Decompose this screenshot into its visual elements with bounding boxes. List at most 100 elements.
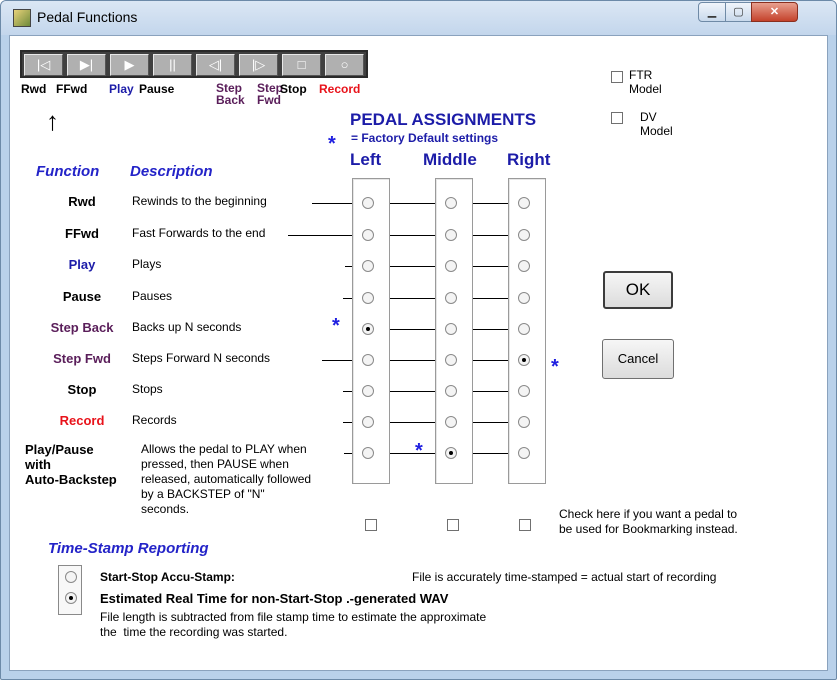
step-back-default-star: * bbox=[332, 315, 340, 337]
radio-row6-middle[interactable] bbox=[445, 385, 457, 397]
radio-row8-middle[interactable] bbox=[445, 447, 457, 459]
fast-forward-icon[interactable]: ▶| bbox=[67, 54, 106, 76]
function-description-2: Plays bbox=[132, 257, 162, 271]
row-connector-b-6 bbox=[473, 391, 508, 392]
function-description-3: Pauses bbox=[132, 289, 173, 303]
row-connector-b-3 bbox=[473, 298, 508, 299]
function-description-4: Backs up N seconds bbox=[132, 320, 242, 334]
ftr-model-label: FTR Model bbox=[629, 68, 662, 96]
window-title: Pedal Functions bbox=[37, 9, 138, 25]
radio-row5-right[interactable] bbox=[518, 354, 530, 366]
radio-row6-left[interactable] bbox=[362, 385, 374, 397]
timestamp-option2-note: File length is subtracted from file stam… bbox=[100, 610, 487, 639]
row-connector-b-2 bbox=[473, 266, 508, 267]
function-description-0: Rewinds to the beginning bbox=[132, 194, 267, 208]
radio-row6-right[interactable] bbox=[518, 385, 530, 397]
record-icon[interactable]: ○ bbox=[325, 54, 364, 76]
radio-row1-left[interactable] bbox=[362, 229, 374, 241]
factory-default-note: = Factory Default settings bbox=[351, 131, 499, 145]
ftr-model-checkbox[interactable] bbox=[611, 71, 623, 83]
bookmark-middle-checkbox[interactable] bbox=[447, 519, 459, 531]
radio-row0-middle[interactable] bbox=[445, 197, 457, 209]
bookmark-left-checkbox[interactable] bbox=[365, 519, 377, 531]
row-line-0 bbox=[312, 203, 352, 204]
radio-row4-middle[interactable] bbox=[445, 323, 457, 335]
row-line-7 bbox=[343, 422, 352, 423]
row-line-6 bbox=[343, 391, 352, 392]
radio-row7-middle[interactable] bbox=[445, 416, 457, 428]
play-pause-default-star: * bbox=[415, 440, 423, 462]
function-description-5: Steps Forward N seconds bbox=[132, 351, 271, 365]
radio-row2-right[interactable] bbox=[518, 260, 530, 272]
function-name-3: Pause bbox=[62, 289, 102, 304]
function-name-8: Play/Pause with Auto-Backstep bbox=[25, 442, 117, 487]
function-description-8: Allows the pedal to PLAY when pressed, t… bbox=[141, 442, 312, 516]
description-header: Description bbox=[130, 163, 213, 180]
radio-row0-right[interactable] bbox=[518, 197, 530, 209]
timestamp-option1-radio[interactable] bbox=[65, 571, 77, 583]
timestamp-option1-label: Start-Stop Accu-Stamp: bbox=[100, 570, 235, 584]
radio-row2-left[interactable] bbox=[362, 260, 374, 272]
row-connector-a-4 bbox=[390, 329, 435, 330]
row-connector-a-3 bbox=[390, 298, 435, 299]
ok-button[interactable]: OK bbox=[603, 271, 673, 309]
radio-row3-right[interactable] bbox=[518, 292, 530, 304]
title-bar[interactable]: Pedal Functions ▁ ▢ ✕ bbox=[1, 1, 836, 35]
row-connector-b-5 bbox=[473, 360, 508, 361]
radio-row8-right[interactable] bbox=[518, 447, 530, 459]
stop-icon[interactable]: □ bbox=[282, 54, 321, 76]
row-connector-b-4 bbox=[473, 329, 508, 330]
dv-model-checkbox[interactable] bbox=[611, 112, 623, 124]
step-back-icon[interactable]: ◁| bbox=[196, 54, 235, 76]
radio-row8-left[interactable] bbox=[362, 447, 374, 459]
function-name-1: FFwd bbox=[65, 226, 99, 241]
radio-row7-right[interactable] bbox=[518, 416, 530, 428]
dv-model-label: DV Model bbox=[640, 110, 673, 138]
row-connector-b-1 bbox=[473, 235, 508, 236]
function-name-5: Step Fwd bbox=[53, 351, 111, 366]
radio-row5-left[interactable] bbox=[362, 354, 374, 366]
radio-row1-right[interactable] bbox=[518, 229, 530, 241]
radio-row4-right[interactable] bbox=[518, 323, 530, 335]
function-name-6: Stop bbox=[67, 382, 97, 397]
app-icon bbox=[13, 9, 31, 27]
radio-row4-left[interactable] bbox=[362, 323, 374, 335]
row-connector-a-5 bbox=[390, 360, 435, 361]
maximize-button[interactable]: ▢ bbox=[725, 2, 752, 22]
radio-row0-left[interactable] bbox=[362, 197, 374, 209]
pause-icon[interactable]: || bbox=[153, 54, 192, 76]
pedal-functions-window: Pedal Functions ▁ ▢ ✕ |◁ ▶| ▶ || ◁| |▷ □… bbox=[0, 0, 837, 680]
function-description-7: Records bbox=[132, 413, 177, 427]
step-fwd-default-star: * bbox=[551, 356, 559, 378]
radio-row3-middle[interactable] bbox=[445, 292, 457, 304]
step-forward-icon[interactable]: |▷ bbox=[239, 54, 278, 76]
transport-toolbar: |◁ ▶| ▶ || ◁| |▷ □ ○ bbox=[20, 50, 368, 78]
row-line-1 bbox=[288, 235, 352, 236]
rewind-icon[interactable]: |◁ bbox=[24, 54, 63, 76]
timestamp-option2-radio[interactable] bbox=[65, 592, 77, 604]
toolbar-label-record: Record bbox=[319, 82, 361, 96]
function-description-6: Stops bbox=[132, 382, 163, 396]
minimize-button[interactable]: ▁ bbox=[698, 2, 726, 22]
radio-row1-middle[interactable] bbox=[445, 229, 457, 241]
radio-row7-left[interactable] bbox=[362, 416, 374, 428]
row-connector-a-6 bbox=[390, 391, 435, 392]
row-connector-a-7 bbox=[390, 422, 435, 423]
play-icon[interactable]: ▶ bbox=[110, 54, 149, 76]
close-button[interactable]: ✕ bbox=[751, 2, 798, 22]
bookmark-right-checkbox[interactable] bbox=[519, 519, 531, 531]
row-connector-b-8 bbox=[473, 453, 508, 454]
radio-row5-middle[interactable] bbox=[445, 354, 457, 366]
radio-row3-left[interactable] bbox=[362, 292, 374, 304]
radio-row2-middle[interactable] bbox=[445, 260, 457, 272]
column-header-right: Right bbox=[507, 150, 551, 169]
row-connector-a-2 bbox=[390, 266, 435, 267]
function-name-7: Record bbox=[59, 413, 105, 428]
column-header-left: Left bbox=[350, 150, 382, 169]
cancel-button[interactable]: Cancel bbox=[602, 339, 674, 379]
row-line-3 bbox=[343, 298, 352, 299]
row-connector-b-0 bbox=[473, 203, 508, 204]
toolbar-label-stop: Stop bbox=[280, 82, 307, 96]
up-arrow-icon: ↑ bbox=[46, 106, 59, 136]
column-header-middle: Middle bbox=[423, 150, 477, 169]
